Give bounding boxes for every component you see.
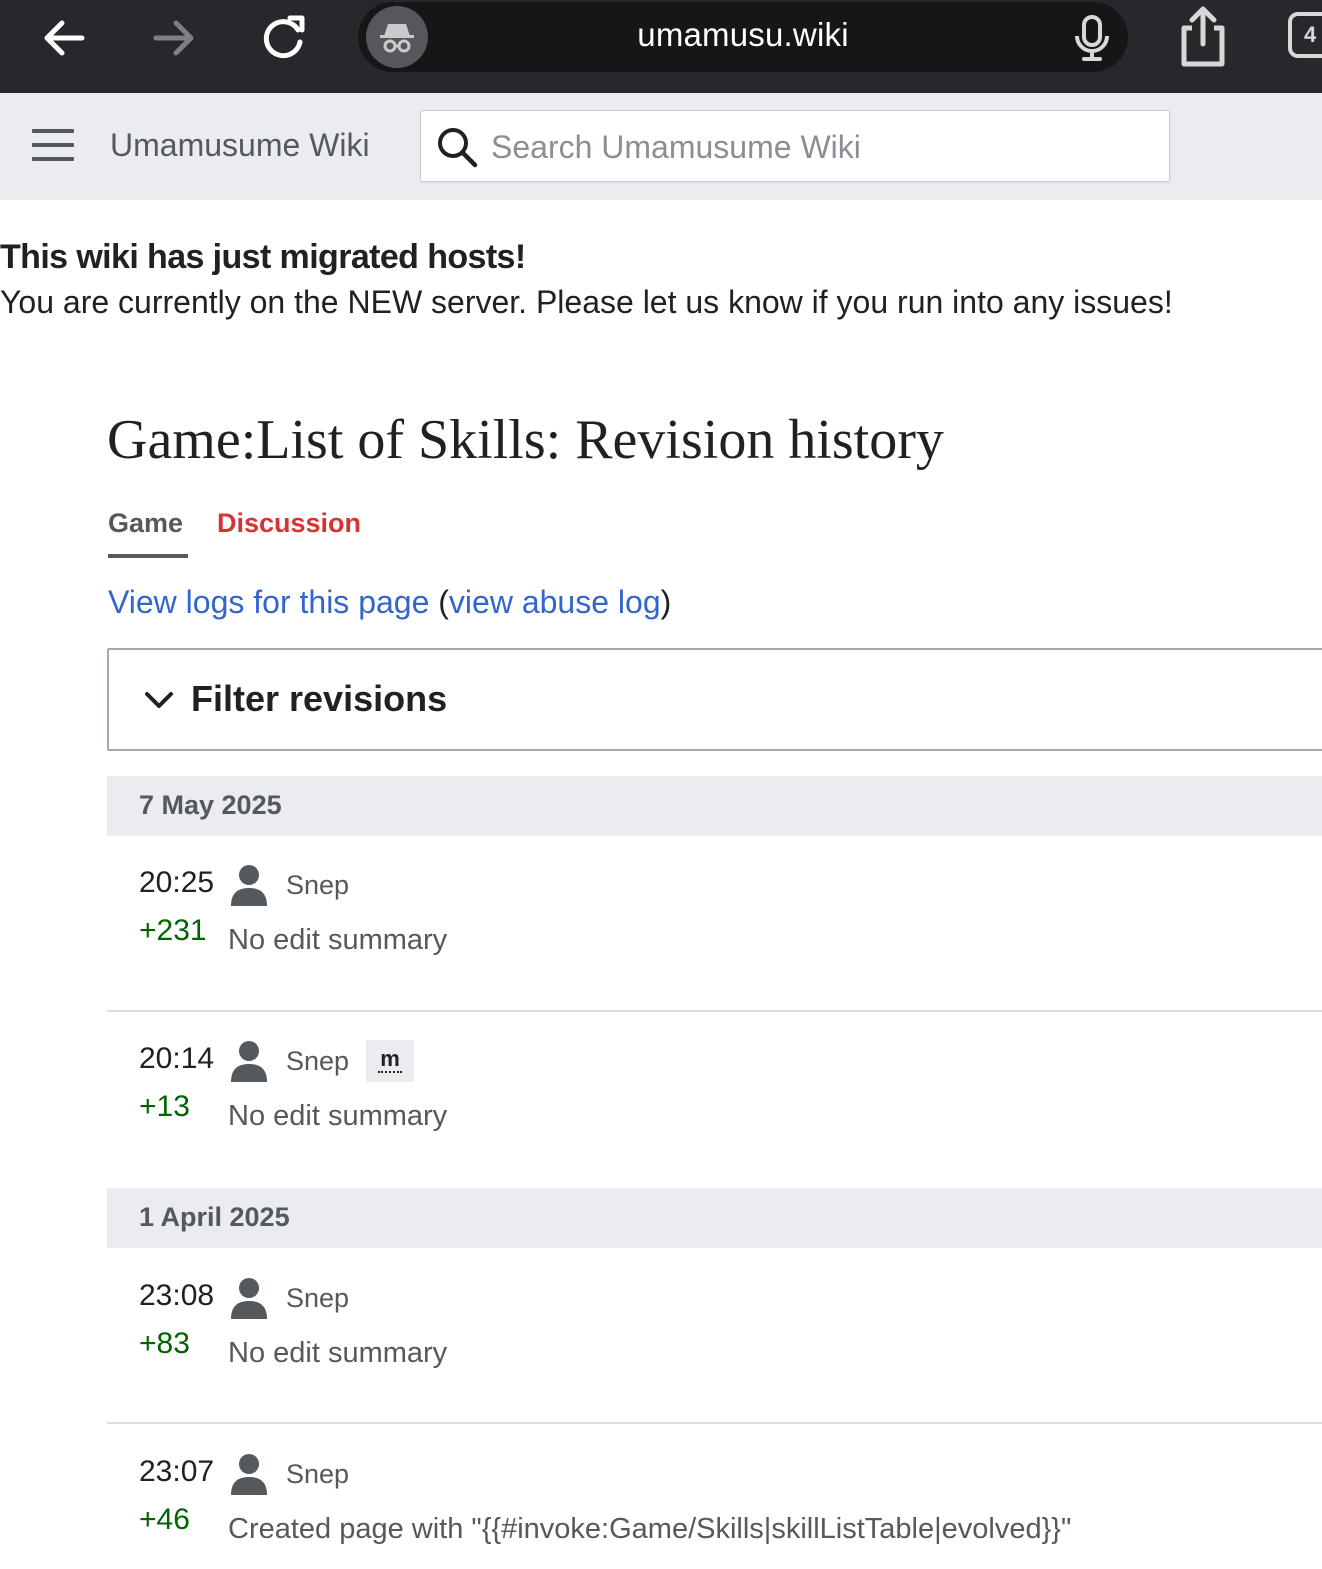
date-label: 1 April 2025 <box>139 1202 290 1232</box>
notice-title: This wiki has just migrated hosts! <box>0 238 526 276</box>
revision-summary: No edit summary <box>228 1100 448 1132</box>
revision-time-link[interactable]: 20:14 <box>139 1042 214 1076</box>
filter-revisions-toggle[interactable]: Filter revisions <box>107 648 1322 751</box>
address-bar[interactable]: umamusu.wiki <box>358 2 1128 72</box>
url-text[interactable]: umamusu.wiki <box>358 16 1128 54</box>
date-header: 7 May 2025 <box>107 776 1322 836</box>
revision-summary: Created page with "{{#invoke:Game/Skills… <box>228 1513 1072 1545</box>
date-label: 7 May 2025 <box>139 790 282 820</box>
share-icon[interactable] <box>1172 4 1234 70</box>
wiki-header: Umamusume Wiki <box>0 93 1322 200</box>
user-avatar-icon <box>231 865 267 906</box>
revision-time-link[interactable]: 20:25 <box>139 866 214 900</box>
search-input[interactable] <box>489 119 1153 175</box>
revision-size-diff: +83 <box>139 1327 190 1360</box>
view-abuse-log-link[interactable]: view abuse log <box>449 584 661 620</box>
notice-body: You are currently on the NEW server. Ple… <box>0 284 1173 320</box>
revision-size-diff: +46 <box>139 1503 190 1536</box>
row-divider <box>107 1010 1322 1012</box>
revision-size-diff: +13 <box>139 1090 190 1123</box>
search-box[interactable] <box>420 110 1170 182</box>
date-header: 1 April 2025 <box>107 1188 1322 1248</box>
back-icon[interactable] <box>34 8 94 68</box>
revision-summary: No edit summary <box>228 924 448 956</box>
menu-icon[interactable] <box>32 129 74 161</box>
revision-time-link[interactable]: 23:08 <box>139 1279 214 1313</box>
row-divider <box>107 1422 1322 1424</box>
revision-time-link[interactable]: 23:07 <box>139 1455 214 1489</box>
forward-icon[interactable] <box>144 8 204 68</box>
revision-size-diff: +231 <box>139 914 207 947</box>
view-logs-link[interactable]: View logs for this page <box>108 584 429 620</box>
revision-user-link[interactable]: Snep <box>286 1459 349 1490</box>
tab-count-button[interactable]: 4 <box>1288 12 1322 58</box>
tab-game[interactable]: Game <box>108 508 183 539</box>
revision-user-link[interactable]: Snep <box>286 1046 349 1077</box>
user-avatar-icon <box>231 1454 267 1495</box>
tab-discussion[interactable]: Discussion <box>217 508 361 539</box>
reload-icon[interactable] <box>254 8 314 68</box>
search-icon <box>438 128 478 168</box>
browser-toolbar: umamusu.wiki 4 <box>0 0 1322 93</box>
page-title: Game:List of Skills: Revision history <box>107 409 944 471</box>
minor-edit-badge: m <box>366 1040 414 1082</box>
user-avatar-icon <box>231 1278 267 1319</box>
filter-revisions-label: Filter revisions <box>191 678 448 719</box>
microphone-icon[interactable] <box>1070 14 1114 62</box>
chevron-down-icon <box>145 692 173 708</box>
revision-user-link[interactable]: Snep <box>286 1283 349 1314</box>
revision-user-link[interactable]: Snep <box>286 870 349 901</box>
active-tab-indicator <box>108 554 188 558</box>
paren-close: ) <box>660 584 672 620</box>
paren-open: ( <box>438 584 449 620</box>
user-avatar-icon <box>231 1041 267 1082</box>
site-name[interactable]: Umamusume Wiki <box>110 127 370 164</box>
revision-summary: No edit summary <box>228 1337 448 1369</box>
logs-line: View logs for this page (view abuse log) <box>108 584 671 621</box>
